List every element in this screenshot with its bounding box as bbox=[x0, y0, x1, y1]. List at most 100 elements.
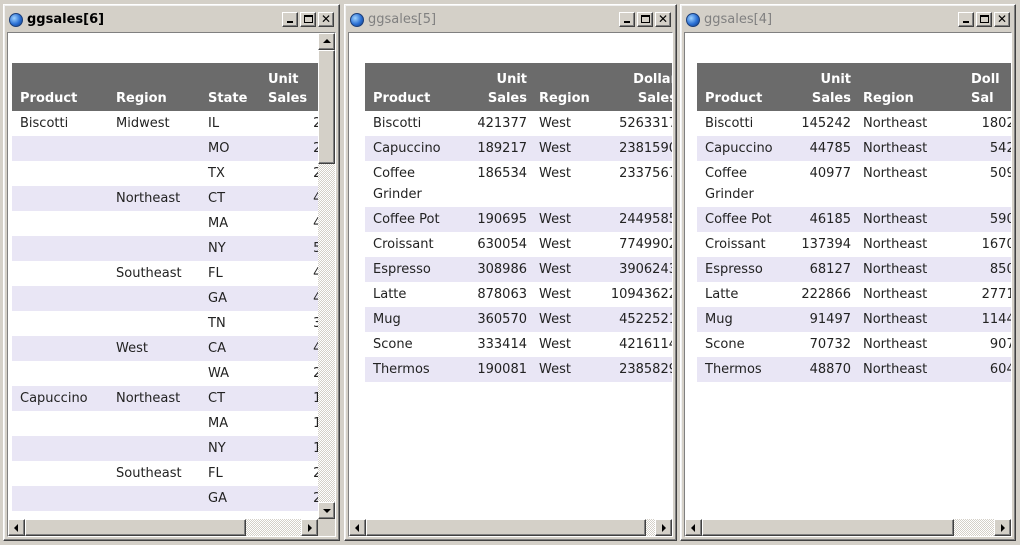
table-row[interactable]: Coffee Grinder40977Northeast5092 bbox=[697, 161, 1011, 207]
scroll-left-button[interactable] bbox=[685, 519, 702, 536]
table-cell[interactable]: Biscotti bbox=[365, 111, 457, 136]
table-cell[interactable]: Biscotti bbox=[697, 111, 789, 136]
table-cell[interactable] bbox=[12, 336, 108, 361]
table-cell[interactable]: Coffee Grinder bbox=[365, 161, 457, 207]
table-cell[interactable]: 519 bbox=[260, 236, 318, 261]
table-row[interactable]: TX275 bbox=[12, 161, 318, 186]
table-cell[interactable]: CT bbox=[200, 186, 260, 211]
table-row[interactable]: Coffee Pot 190695 West 2449585 bbox=[365, 207, 672, 232]
table-cell[interactable]: Coffee Pot bbox=[697, 207, 789, 232]
column-header-unit-sales[interactable]: Unit Sales bbox=[789, 63, 855, 111]
table-cell[interactable]: 462 bbox=[260, 186, 318, 211]
table-cell[interactable]: 5263317 bbox=[601, 111, 672, 136]
table-cell[interactable]: Croissant bbox=[697, 232, 789, 257]
table-cell[interactable]: IL bbox=[200, 111, 260, 136]
table-cell[interactable] bbox=[12, 236, 108, 261]
table-cell[interactable]: Southeast bbox=[108, 261, 200, 286]
table-cell[interactable]: 353 bbox=[260, 311, 318, 336]
table-cell[interactable]: 11442 bbox=[951, 307, 1011, 332]
table-row[interactable]: GA275 bbox=[12, 486, 318, 511]
table-cell[interactable]: 70732 bbox=[789, 332, 855, 357]
table-row[interactable]: Capuccino44785Northeast5420 bbox=[697, 136, 1011, 161]
table-cell[interactable]: 470 bbox=[260, 211, 318, 236]
table-cell[interactable]: 294 bbox=[260, 111, 318, 136]
column-header-state[interactable]: State bbox=[200, 63, 260, 111]
table-cell[interactable]: Biscotti bbox=[12, 111, 108, 136]
table-cell[interactable] bbox=[12, 161, 108, 186]
horizontal-scroll-thumb[interactable] bbox=[366, 519, 646, 536]
table-cell[interactable]: 145242 bbox=[789, 111, 855, 136]
table-cell[interactable]: 153 bbox=[260, 411, 318, 436]
table-cell[interactable]: Northeast bbox=[108, 386, 200, 411]
table-cell[interactable] bbox=[12, 136, 108, 161]
table-cell[interactable] bbox=[12, 361, 108, 386]
table-cell[interactable]: Capuccino bbox=[12, 386, 108, 411]
table-cell[interactable]: 3906243 bbox=[601, 257, 672, 282]
scroll-right-button[interactable] bbox=[301, 519, 318, 536]
table-cell[interactable]: NY bbox=[200, 436, 260, 461]
table-row[interactable]: SoutheastFL241 bbox=[12, 461, 318, 486]
vertical-scroll-thumb[interactable] bbox=[318, 50, 335, 164]
table-cell[interactable]: 10943622 bbox=[601, 282, 672, 307]
table-cell[interactable]: Northeast bbox=[855, 111, 951, 136]
scroll-down-button[interactable] bbox=[318, 502, 335, 519]
table-row[interactable]: Biscotti145242Northeast18020 bbox=[697, 111, 1011, 136]
table-row[interactable]: WA266 bbox=[12, 361, 318, 386]
table-cell[interactable]: 291 bbox=[260, 136, 318, 161]
table-cell[interactable]: West bbox=[531, 207, 601, 232]
table-cell[interactable] bbox=[12, 286, 108, 311]
table-row[interactable]: Coffee Pot46185Northeast5907 bbox=[697, 207, 1011, 232]
table-cell[interactable]: 123 bbox=[260, 386, 318, 411]
column-header-dollar-sales[interactable]: Dollar Sales bbox=[601, 63, 672, 111]
horizontal-scroll-thumb[interactable] bbox=[702, 519, 954, 536]
table-cell[interactable]: 189217 bbox=[457, 136, 531, 161]
table-cell[interactable]: GA bbox=[200, 486, 260, 511]
column-header-dollar-sales[interactable]: Doll Sal bbox=[951, 63, 1011, 111]
table-cell[interactable]: Midwest bbox=[108, 111, 200, 136]
table-cell[interactable] bbox=[108, 286, 200, 311]
table-cell[interactable]: 44785 bbox=[789, 136, 855, 161]
table-row[interactable]: MO291 bbox=[12, 136, 318, 161]
table-cell[interactable]: Croissant bbox=[365, 232, 457, 257]
table-cell[interactable] bbox=[108, 361, 200, 386]
table-cell[interactable]: 4216114 bbox=[601, 332, 672, 357]
minimize-button[interactable] bbox=[282, 12, 298, 27]
table-cell[interactable]: 18020 bbox=[951, 111, 1011, 136]
table-cell[interactable]: Northeast bbox=[855, 207, 951, 232]
table-cell[interactable]: NY bbox=[200, 236, 260, 261]
minimize-button[interactable] bbox=[958, 12, 974, 27]
table-cell[interactable]: Northeast bbox=[855, 136, 951, 161]
window-ggsales-5[interactable]: ggsales[5] ✕ Product Unit Sales Region Do… bbox=[344, 4, 677, 541]
scroll-left-button[interactable] bbox=[349, 519, 366, 536]
column-header-region[interactable]: Region bbox=[531, 63, 601, 111]
title-bar[interactable]: ggsales[6] ✕ bbox=[7, 8, 336, 31]
table-cell[interactable]: Northeast bbox=[855, 357, 951, 382]
table-cell[interactable]: 91497 bbox=[789, 307, 855, 332]
table-cell[interactable]: Espresso bbox=[697, 257, 789, 282]
table-cell[interactable] bbox=[12, 486, 108, 511]
title-bar[interactable]: ggsales[5] ✕ bbox=[348, 8, 673, 31]
sas-globe-icon[interactable] bbox=[350, 12, 364, 27]
close-button[interactable]: ✕ bbox=[318, 12, 334, 27]
table-cell[interactable] bbox=[12, 436, 108, 461]
table-cell[interactable]: 630054 bbox=[457, 232, 531, 257]
table-cell[interactable]: 275 bbox=[260, 486, 318, 511]
maximize-button[interactable] bbox=[300, 12, 316, 27]
table-row[interactable]: CapuccinoNortheastCT123 bbox=[12, 386, 318, 411]
table-row[interactable]: Capuccino 189217 West 2381590 bbox=[365, 136, 672, 161]
table-cell[interactable]: FL bbox=[200, 261, 260, 286]
table-cell[interactable]: Southeast bbox=[108, 461, 200, 486]
table-cell[interactable]: 190081 bbox=[457, 357, 531, 382]
table-cell[interactable]: GA bbox=[200, 286, 260, 311]
table-row[interactable]: Latte222866Northeast27718 bbox=[697, 282, 1011, 307]
table-cell[interactable]: 40977 bbox=[789, 161, 855, 207]
close-button[interactable]: ✕ bbox=[994, 12, 1010, 27]
table-cell[interactable]: 2385829 bbox=[601, 357, 672, 382]
table-cell[interactable]: Thermos bbox=[697, 357, 789, 382]
table-row[interactable]: Scone 333414 West 4216114 bbox=[365, 332, 672, 357]
table-cell[interactable]: Capuccino bbox=[697, 136, 789, 161]
table-cell[interactable]: Mug bbox=[365, 307, 457, 332]
table-viewer[interactable]: Product Unit Sales Region Doll Sal Biscott… bbox=[684, 32, 1012, 537]
table-row[interactable]: MA470 bbox=[12, 211, 318, 236]
table-cell[interactable] bbox=[12, 411, 108, 436]
